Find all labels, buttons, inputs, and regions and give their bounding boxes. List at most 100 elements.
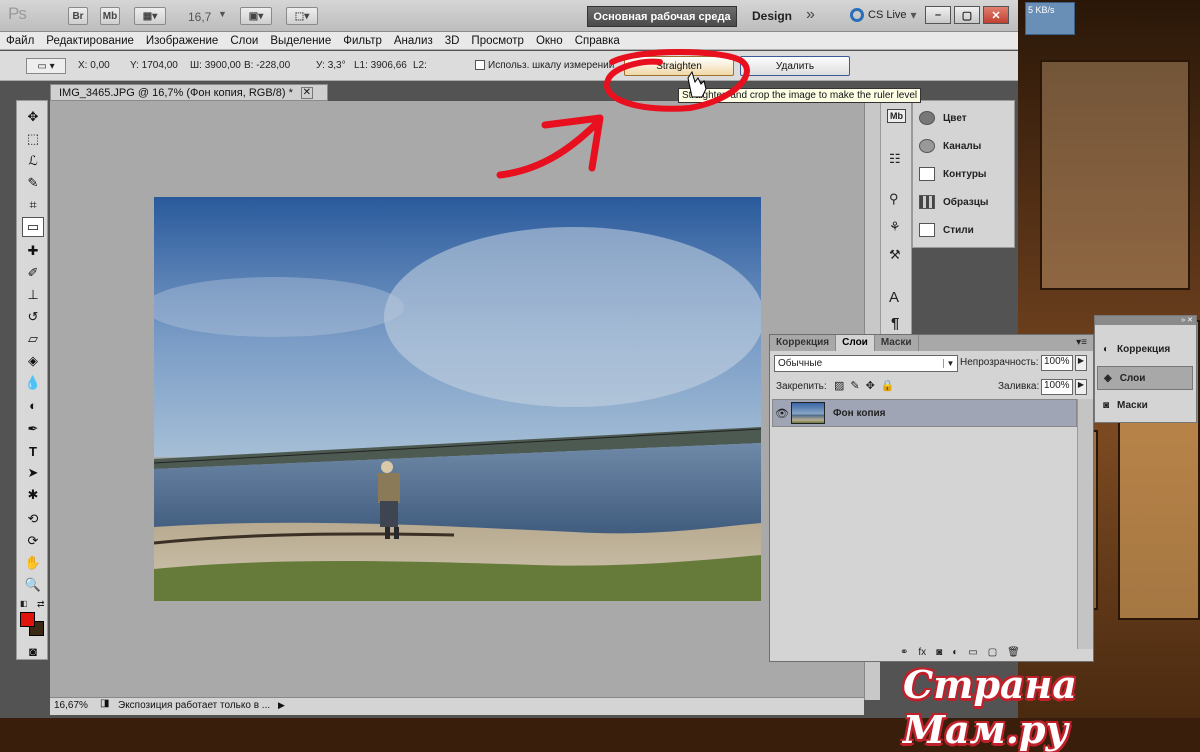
brush-presets-icon[interactable]: ⚲ [889, 191, 899, 207]
menu-layers[interactable]: Слои [224, 35, 264, 47]
brush-tool-icon[interactable]: ✐ [22, 263, 44, 283]
delete-layer-icon[interactable]: 🗑 [1007, 647, 1020, 658]
3d-rotate-tool-icon[interactable]: ⟲ [22, 509, 44, 529]
ruler-tool-preset[interactable]: ▭ ▾ [26, 58, 66, 74]
ruler-tool-icon[interactable]: ▭ [22, 217, 44, 237]
history-brush-tool-icon[interactable]: ↺ [22, 307, 44, 327]
dock-item-swatches[interactable]: Образцы [919, 195, 988, 209]
pen-tool-icon[interactable]: ✒ [22, 419, 44, 439]
zoom-tool-icon[interactable]: 🔍 [22, 575, 44, 595]
menu-filter[interactable]: Фильтр [337, 35, 388, 47]
status-preview-icon[interactable]: ◨ [100, 698, 116, 714]
lock-position-icon[interactable]: ✥ [866, 379, 875, 392]
cs-live-menu[interactable]: CS Live ▾ [850, 8, 917, 22]
new-layer-icon[interactable]: ▢ [988, 647, 997, 658]
eye-icon[interactable]: 👁 [773, 407, 791, 420]
opacity-input[interactable]: 100% [1041, 355, 1073, 371]
opacity-slider-button[interactable]: ▶ [1075, 355, 1087, 371]
status-zoom[interactable]: 16,67% [54, 700, 88, 711]
document-tab[interactable]: IMG_3465.JPG @ 16,7% (Фон копия, RGB/8) … [50, 84, 328, 101]
use-scale-checkbox[interactable] [475, 60, 485, 70]
view-extras-button[interactable]: ▦▾ [134, 7, 166, 25]
adjustment-layer-icon[interactable]: ◐ [952, 647, 958, 658]
path-selection-tool-icon[interactable]: ➤ [22, 463, 44, 483]
layers-scrollbar[interactable] [1077, 399, 1093, 649]
menu-select[interactable]: Выделение [264, 35, 337, 47]
tool-presets-icon[interactable]: ⚒ [889, 247, 901, 263]
fill-input[interactable]: 100% [1041, 379, 1073, 395]
layer-style-icon[interactable]: fx [918, 647, 926, 658]
layer-row[interactable]: 👁 Фон копия [772, 399, 1077, 427]
shape-tool-icon[interactable]: ✱ [22, 485, 44, 505]
menu-view[interactable]: Просмотр [465, 35, 530, 47]
eraser-tool-icon[interactable]: ▱ [22, 329, 44, 349]
menu-edit[interactable]: Редактирование [40, 35, 140, 47]
tab-layers[interactable]: Слои [836, 335, 875, 351]
menu-help[interactable]: Справка [569, 35, 626, 47]
menu-file[interactable]: Файл [0, 35, 40, 47]
dock-item-color[interactable]: Цвет [919, 111, 967, 125]
close-document-icon[interactable]: ✕ [300, 86, 313, 99]
blur-tool-icon[interactable]: 💧 [22, 373, 44, 393]
dodge-tool-icon[interactable]: ◐ [22, 395, 44, 415]
menu-analysis[interactable]: Анализ [388, 35, 439, 47]
new-group-icon[interactable]: ▭ [968, 647, 977, 658]
lock-transparency-icon[interactable]: ▨ [834, 379, 844, 392]
dock-item-styles[interactable]: Стили [919, 223, 974, 237]
clone-source-icon[interactable]: ⚘ [889, 219, 901, 235]
mini-bridge-panel-icon[interactable]: Mb [887, 109, 906, 123]
quick-selection-tool-icon[interactable]: ✎ [22, 173, 44, 193]
mini-item-masks[interactable]: ◙ Маски [1103, 400, 1148, 411]
design-workspace[interactable]: Design [752, 9, 792, 23]
tab-masks[interactable]: Маски [875, 335, 919, 351]
close-button[interactable]: ✕ [983, 6, 1009, 24]
mini-item-layers[interactable]: ◈ Слои [1097, 366, 1193, 390]
mini-bridge-button[interactable]: Mb [100, 7, 120, 25]
straighten-button[interactable]: Straighten [624, 56, 734, 76]
screen-mode-button[interactable]: ⬚▾ [286, 7, 318, 25]
swap-colors-icon[interactable]: ⇄ [37, 599, 45, 610]
panel-collapse-bar[interactable]: » ✕ [1095, 316, 1196, 325]
paragraph-panel-icon[interactable]: ¶ [891, 315, 899, 332]
history-panel-icon[interactable]: ☷ [889, 151, 901, 167]
maximize-button[interactable]: ▢ [954, 6, 980, 24]
fill-slider-button[interactable]: ▶ [1075, 379, 1087, 395]
marquee-tool-icon[interactable]: ⬚ [22, 129, 44, 149]
workspace-overflow-icon[interactable]: » [806, 6, 815, 24]
panel-menu-icon[interactable]: ▾≡ [1070, 335, 1093, 351]
lock-all-icon[interactable]: 🔒 [881, 379, 895, 392]
tab-adjustments[interactable]: Коррекция [770, 335, 837, 351]
mini-item-adjustments[interactable]: ◐ Коррекция [1103, 344, 1170, 355]
minimize-button[interactable]: – [925, 6, 951, 24]
type-tool-icon[interactable]: T [22, 441, 44, 461]
menu-image[interactable]: Изображение [140, 35, 224, 47]
dock-item-channels[interactable]: Каналы [919, 139, 981, 153]
arrange-documents-button[interactable]: ▣▾ [240, 7, 272, 25]
default-colors-icon[interactable]: ◧ [20, 599, 28, 608]
delete-ruler-button[interactable]: Удалить [740, 56, 850, 76]
healing-brush-tool-icon[interactable]: ✚ [22, 241, 44, 261]
blend-mode-select[interactable]: Обычные ▼ [774, 355, 958, 372]
link-layers-icon[interactable]: ⚭ [900, 647, 908, 658]
workspace-button[interactable]: Основная рабочая среда [587, 6, 737, 27]
lock-pixels-icon[interactable]: ✎ [850, 379, 859, 392]
quick-mask-icon[interactable]: ◙ [22, 641, 44, 661]
crop-tool-icon[interactable]: ⌗ [22, 195, 44, 215]
hand-tool-icon[interactable]: ✋ [22, 553, 44, 573]
foreground-color-swatch[interactable] [20, 612, 35, 627]
lasso-tool-icon[interactable]: ℒ [22, 151, 44, 171]
status-menu-icon[interactable]: ▶ [278, 700, 285, 711]
zoom-dropdown-icon[interactable]: ▼ [218, 9, 227, 19]
character-panel-icon[interactable]: A [889, 289, 899, 306]
3d-orbit-tool-icon[interactable]: ⟳ [22, 531, 44, 551]
add-mask-icon[interactable]: ◙ [936, 647, 942, 658]
clone-stamp-tool-icon[interactable]: ⊥ [22, 285, 44, 305]
move-tool-icon[interactable]: ✥ [22, 107, 44, 127]
menu-3d[interactable]: 3D [439, 35, 466, 47]
photo-canvas[interactable] [154, 197, 761, 601]
bridge-button[interactable]: Br [68, 7, 88, 25]
menu-window[interactable]: Окно [530, 35, 569, 47]
paint-bucket-tool-icon[interactable]: ◈ [22, 351, 44, 371]
zoom-level[interactable]: 16,7 [188, 10, 211, 24]
dock-item-paths[interactable]: Контуры [919, 167, 986, 181]
